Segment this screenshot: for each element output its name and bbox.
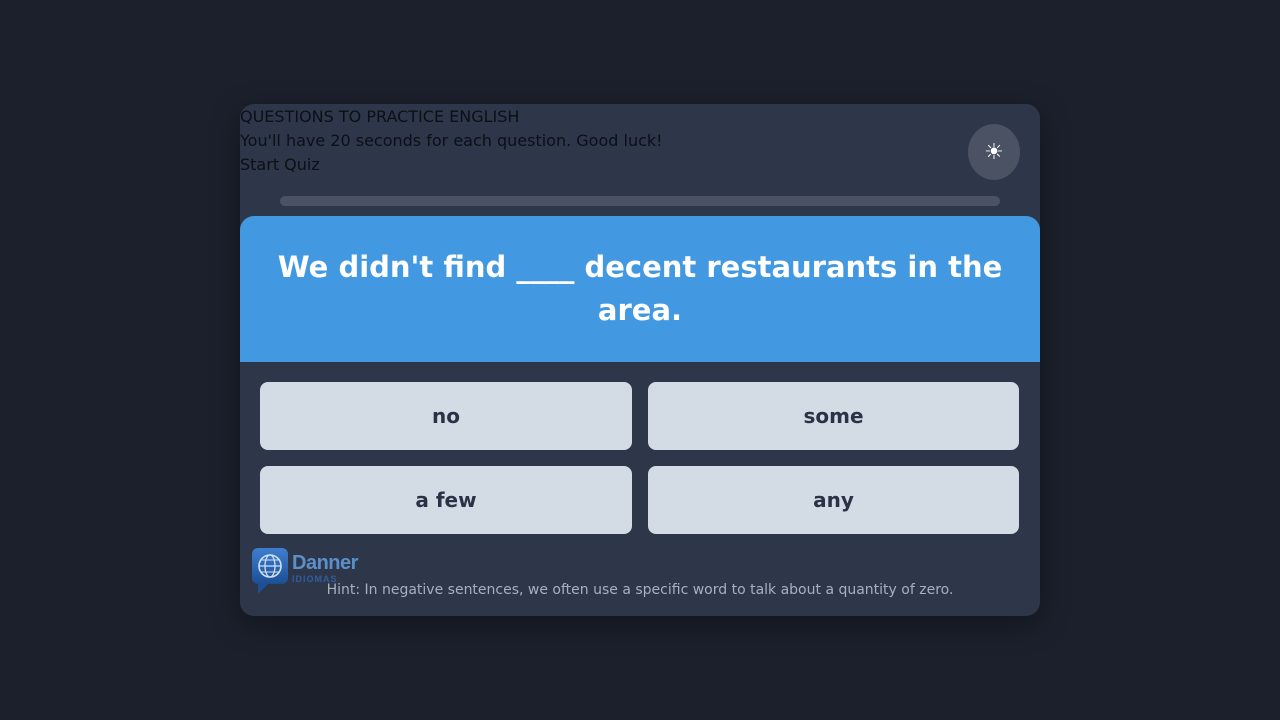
start-quiz-button[interactable]: Start Quiz [240, 153, 663, 177]
question-panel: We didn't find ____ decent restaurants i… [240, 216, 1040, 362]
quiz-card: QUESTIONS TO PRACTICE ENGLISH You'll hav… [240, 104, 1040, 616]
sun-icon: ☀ [984, 139, 1004, 165]
quiz-instructions: You'll have 20 seconds for each question… [240, 131, 663, 150]
quiz-intro: QUESTIONS TO PRACTICE ENGLISH You'll hav… [240, 105, 663, 177]
question-text: We didn't find ____ decent restaurants i… [277, 250, 1003, 327]
answer-option-a-few[interactable]: a few [260, 466, 632, 534]
logo-name: Danner [292, 552, 358, 574]
answer-option-any[interactable]: any [648, 466, 1019, 534]
theme-toggle-button[interactable]: ☀ [968, 124, 1020, 180]
progress-bar [280, 196, 1000, 206]
quiz-title: QUESTIONS TO PRACTICE ENGLISH [240, 107, 520, 126]
answer-option-no[interactable]: no [260, 382, 632, 450]
hint-text: Hint: In negative sentences, we often us… [326, 582, 954, 598]
answer-option-some[interactable]: some [648, 382, 1019, 450]
